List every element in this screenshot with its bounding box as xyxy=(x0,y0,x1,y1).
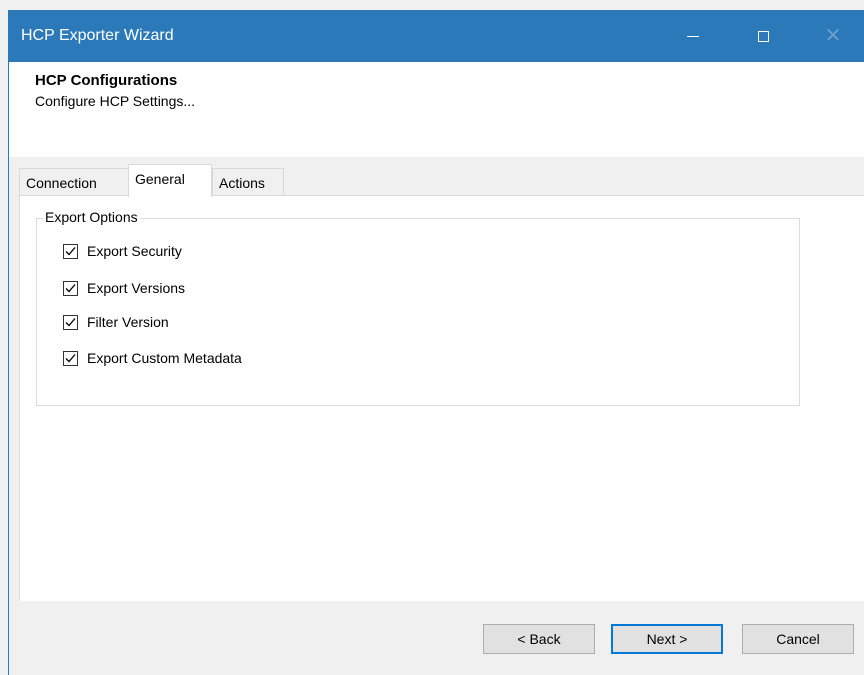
export-options-legend: Export Options xyxy=(43,209,140,225)
export-options-group: Export Options Export Security Export Ve… xyxy=(36,209,800,406)
cancel-button[interactable]: Cancel xyxy=(742,624,854,654)
close-button[interactable]: ✕ xyxy=(801,10,864,62)
checkmark-icon xyxy=(65,246,76,255)
checkbox-box[interactable] xyxy=(63,314,78,330)
export-versions-checkbox[interactable]: Export Versions xyxy=(63,280,185,296)
page-title: HCP Configurations xyxy=(35,72,178,89)
checkbox-label: Export Custom Metadata xyxy=(87,350,242,366)
back-button[interactable]: < Back xyxy=(483,624,595,654)
tab-connection[interactable]: Connection xyxy=(19,168,129,196)
tab-general[interactable]: General xyxy=(128,164,212,197)
general-tab-panel: Export Options Export Security Export Ve… xyxy=(19,195,864,601)
checkbox-label: Filter Version xyxy=(87,314,169,330)
checkbox-box[interactable] xyxy=(63,350,78,366)
checkmark-icon xyxy=(65,317,76,326)
title-bar[interactable]: HCP Exporter Wizard ✕ xyxy=(9,10,864,62)
checkbox-box[interactable] xyxy=(63,243,78,259)
checkbox-label: Export Versions xyxy=(87,280,186,296)
checkbox-label: Export Security xyxy=(87,243,182,259)
window-title: HCP Exporter Wizard xyxy=(21,27,174,44)
wizard-window: HCP Exporter Wizard ✕ HCP Configurations… xyxy=(8,10,864,675)
wizard-footer: < Back Next > Cancel xyxy=(9,601,864,675)
export-custom-metadata-checkbox[interactable]: Export Custom Metadata xyxy=(63,350,242,366)
close-icon: ✕ xyxy=(824,25,842,47)
wizard-header: HCP Configurations Configure HCP Setting… xyxy=(9,62,864,157)
filter-version-checkbox[interactable]: Filter Version xyxy=(63,314,169,330)
tab-actions[interactable]: Actions xyxy=(212,168,284,196)
minimize-icon xyxy=(687,35,699,37)
checkmark-icon xyxy=(65,353,76,362)
page-subtitle: Configure HCP Settings... xyxy=(35,93,196,109)
maximize-icon xyxy=(757,30,769,42)
checkmark-icon xyxy=(65,283,76,292)
next-button[interactable]: Next > xyxy=(611,624,723,654)
maximize-button[interactable] xyxy=(735,10,791,62)
checkbox-box[interactable] xyxy=(63,280,78,296)
export-security-checkbox[interactable]: Export Security xyxy=(63,243,182,259)
minimize-button[interactable] xyxy=(665,10,721,62)
